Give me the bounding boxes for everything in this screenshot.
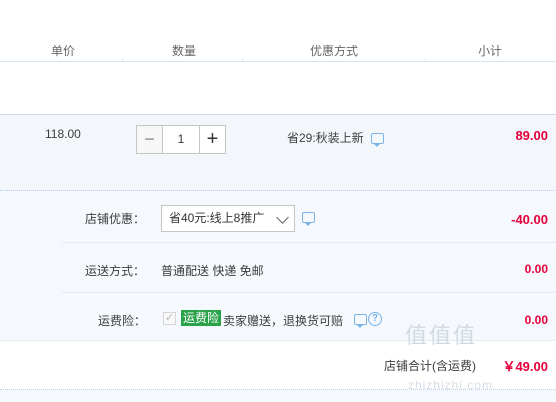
insurance-chat-icon[interactable] — [354, 314, 367, 328]
shipping-method-label: 运送方式： — [85, 264, 146, 278]
column-subtotal: 小计 — [478, 44, 503, 58]
shop-total-label: 店铺合计(含运费) — [384, 359, 476, 373]
help-icon[interactable]: ? — [368, 312, 382, 326]
watermark-url: zhizhizhi.com — [408, 378, 494, 392]
discount-info-icon[interactable] — [302, 212, 315, 226]
column-quantity: 数量 — [172, 44, 197, 58]
shop-discount-label: 店铺优惠： — [85, 212, 146, 226]
shop-total-value: ￥49.00 — [502, 359, 548, 374]
shipping-fee-value: 0.00 — [524, 262, 548, 276]
insurance-badge: 运费险 — [181, 310, 222, 326]
shop-discount-value: -40.00 — [511, 212, 548, 227]
column-discount-method: 优惠方式 — [310, 44, 359, 58]
shop-discount-selected: 省40元:线上8推广 — [169, 211, 265, 225]
quantity-input[interactable]: 1 — [163, 125, 199, 154]
item-promotion: 省29:秋装上新 — [287, 129, 385, 148]
insurance-checkbox[interactable]: ✓ — [163, 312, 176, 325]
shipping-insurance-label: 运费险： — [98, 314, 147, 328]
item-subtotal: 89.00 — [515, 128, 548, 143]
column-divider — [425, 58, 426, 61]
divider — [62, 242, 556, 243]
shipping-method-text: 普通配送 快递 免邮 — [161, 264, 264, 278]
increase-quantity-button[interactable]: + — [199, 125, 226, 154]
column-divider — [122, 58, 123, 61]
promotion-info-icon[interactable] — [371, 133, 385, 148]
quantity-stepper: − 1 + — [136, 125, 226, 154]
watermark-logo: 值值值 — [405, 324, 478, 349]
item-promotion-text: 省29:秋装上新 — [287, 131, 364, 145]
cart-table-header: 单价 数量 优惠方式 小计 — [0, 0, 556, 62]
insurance-value: 0.00 — [524, 313, 548, 327]
column-unit-price: 单价 — [51, 44, 76, 58]
shop-discount-select[interactable]: 省40元:线上8推广 — [161, 205, 295, 232]
column-divider — [242, 58, 243, 61]
decrease-quantity-button[interactable]: − — [136, 125, 163, 154]
divider — [62, 292, 556, 293]
insurance-description: 卖家赠送，退换货可赔 — [223, 314, 344, 328]
unit-price: 118.00 — [45, 127, 81, 141]
cart-item-row: 118.00 − 1 + 省29:秋装上新 89.00 — [0, 114, 556, 191]
chevron-down-icon — [276, 211, 289, 224]
